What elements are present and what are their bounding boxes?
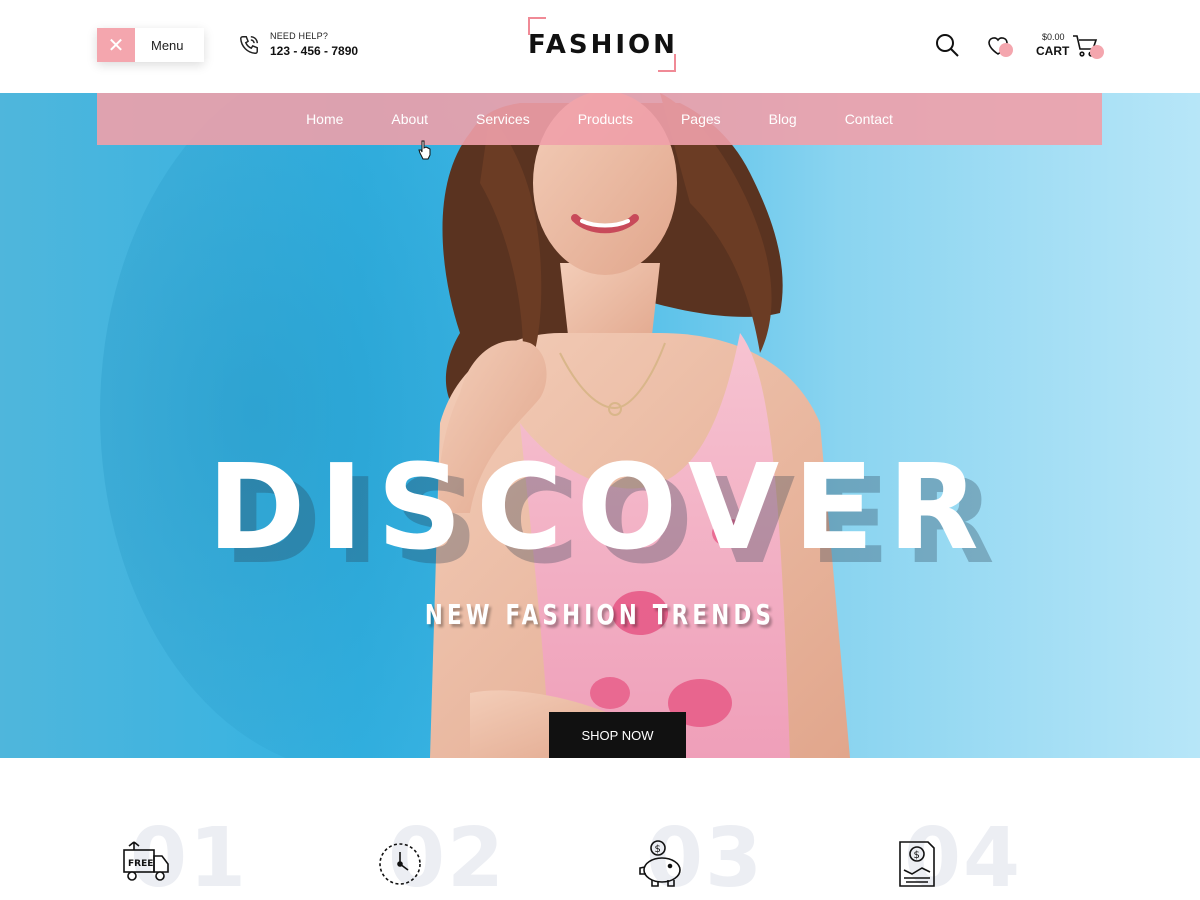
site-logo[interactable]: FASHION xyxy=(528,17,676,72)
menu-label: Menu xyxy=(151,37,184,53)
hero-model-image xyxy=(100,93,850,758)
site-header: ✕ Menu NEED HELP? 123 - 456 - 7890 FASHI… xyxy=(0,0,1200,93)
hero-headline: DISCOVER xyxy=(207,438,993,576)
help-label: NEED HELP? xyxy=(270,31,329,41)
nav-item-blog[interactable]: Blog xyxy=(769,111,797,127)
wishlist-badge xyxy=(999,43,1013,57)
search-icon[interactable] xyxy=(934,32,960,58)
feature-item: 01 FREE xyxy=(120,818,260,900)
piggy-bank-icon: $ xyxy=(639,840,681,887)
help-contact: NEED HELP? 123 - 456 - 7890 xyxy=(238,31,358,58)
hand-pointer-cursor-icon xyxy=(418,140,431,160)
nav-item-home[interactable]: Home xyxy=(306,111,343,127)
cart-label: CART xyxy=(1036,44,1070,58)
nav-item-about[interactable]: About xyxy=(391,111,428,127)
feature-item: 02 xyxy=(378,818,518,900)
feature-item: 03 $ xyxy=(636,818,776,900)
cart-button[interactable]: $0.00 CART xyxy=(1036,32,1106,62)
payment-document-icon: $ xyxy=(899,841,935,887)
svg-text:$: $ xyxy=(655,844,661,855)
free-icon-text: FREE xyxy=(128,859,153,869)
nav-item-services[interactable]: Services xyxy=(476,111,530,127)
clock-icon xyxy=(379,843,421,885)
features-section: 01 FREE 02 03 $ 04 $ xyxy=(0,758,1200,900)
main-nav: Home About Services Products Pages Blog … xyxy=(97,93,1102,145)
close-icon[interactable]: ✕ xyxy=(97,28,135,62)
nav-item-pages[interactable]: Pages xyxy=(681,111,721,127)
phone-number[interactable]: 123 - 456 - 7890 xyxy=(270,44,358,58)
cart-badge xyxy=(1090,45,1104,59)
nav-item-products[interactable]: Products xyxy=(578,111,633,127)
svg-text:$: $ xyxy=(914,850,920,861)
logo-text: FASHION xyxy=(528,30,678,60)
cart-price: $0.00 xyxy=(1042,32,1065,42)
hero-subline: NEW FASHION TRENDS xyxy=(424,598,776,631)
shop-now-button[interactable]: SHOP NOW xyxy=(549,712,686,758)
nav-item-contact[interactable]: Contact xyxy=(845,111,893,127)
phone-icon xyxy=(240,35,258,54)
menu-toggle-button[interactable]: ✕ Menu xyxy=(97,28,204,62)
feature-item: 04 $ xyxy=(894,818,1034,900)
free-delivery-truck-icon: FREE xyxy=(123,841,169,881)
hero-banner xyxy=(0,93,1200,758)
